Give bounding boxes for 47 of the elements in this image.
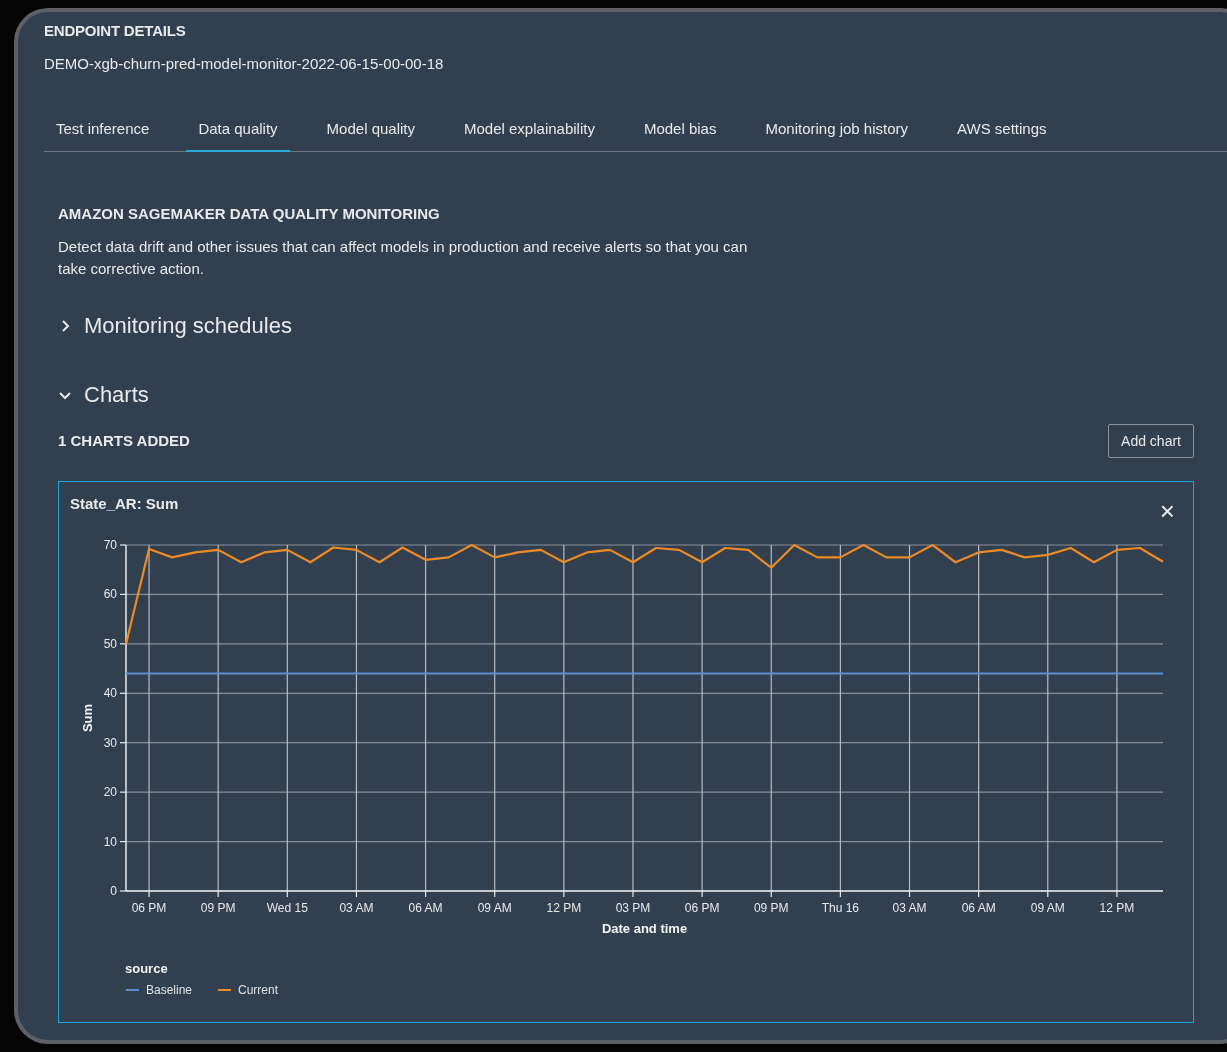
- y-tick-label: 60: [103, 586, 117, 601]
- x-tick-label: 09 AM: [1030, 900, 1065, 915]
- x-tick-label: 12 PM: [546, 900, 582, 915]
- section-label: ENDPOINT DETAILS: [44, 22, 187, 39]
- x-tick-label: 09 PM: [753, 900, 789, 915]
- section-description: Detect data drift and other issues that can affect models in production and receive alerts so that you can take corrective action.: [58, 236, 749, 279]
- y-tick-label: 20: [103, 784, 117, 799]
- tab[interactable]: Model explainability: [452, 112, 607, 152]
- x-tick-label: 12 PM: [1099, 900, 1135, 915]
- x-axis-title: Date and time: [601, 920, 688, 936]
- expander[interactable]: Charts: [58, 381, 149, 408]
- y-axis-title: Sum: [80, 703, 95, 732]
- x-tick-label: 03 AM: [892, 900, 927, 915]
- endpoint-name: DEMO-xgb-churn-pred-model-monitor-2022-06-15-00-00-18: [44, 55, 445, 72]
- expander[interactable]: Monitoring schedules: [58, 312, 292, 339]
- tab[interactable]: Test inference: [44, 112, 162, 152]
- legend-label: Baseline: [146, 982, 193, 997]
- x-tick-label: 03 AM: [339, 900, 374, 915]
- x-tick-label: 06 AM: [961, 900, 996, 915]
- y-tick-label: 50: [103, 636, 117, 651]
- y-tick-label: 70: [103, 537, 117, 552]
- legend-entry: Current: [217, 982, 278, 997]
- charts-count: 1 CHARTS ADDED: [58, 432, 190, 449]
- y-tick-label: 30: [103, 735, 117, 750]
- tab[interactable]: Monitoring job history: [753, 112, 921, 152]
- section-title: AMAZON SAGEMAKER DATA QUALITY MONITORING: [58, 204, 441, 222]
- legend-entry: Baseline: [125, 982, 193, 997]
- x-tick-label: 06 PM: [684, 900, 720, 915]
- y-tick-label: 40: [103, 685, 117, 700]
- x-tick-label: Thu 16: [821, 900, 860, 915]
- x-tick-label: 03 PM: [615, 900, 651, 915]
- tab[interactable]: AWS settings: [945, 112, 1059, 152]
- tab[interactable]: Model bias: [631, 112, 729, 152]
- close-button[interactable]: ×: [1155, 499, 1179, 522]
- chart-title: State_AR: Sum: [70, 494, 179, 512]
- x-tick-label: 09 AM: [477, 900, 512, 915]
- legend-title: source: [125, 960, 168, 976]
- legend-label: Current: [238, 982, 279, 997]
- x-tick-label: 06 PM: [131, 900, 167, 915]
- tab[interactable]: Data quality: [186, 112, 290, 152]
- y-tick-label: 0: [110, 883, 117, 898]
- x-tick-label: Wed 15: [266, 900, 308, 915]
- x-tick-label: 09 PM: [200, 900, 236, 915]
- tab[interactable]: Model quality: [314, 112, 427, 152]
- x-tick-label: 06 AM: [408, 900, 443, 915]
- y-tick-label: 10: [103, 834, 117, 849]
- add-chart-button[interactable]: Add chart: [1108, 423, 1194, 458]
